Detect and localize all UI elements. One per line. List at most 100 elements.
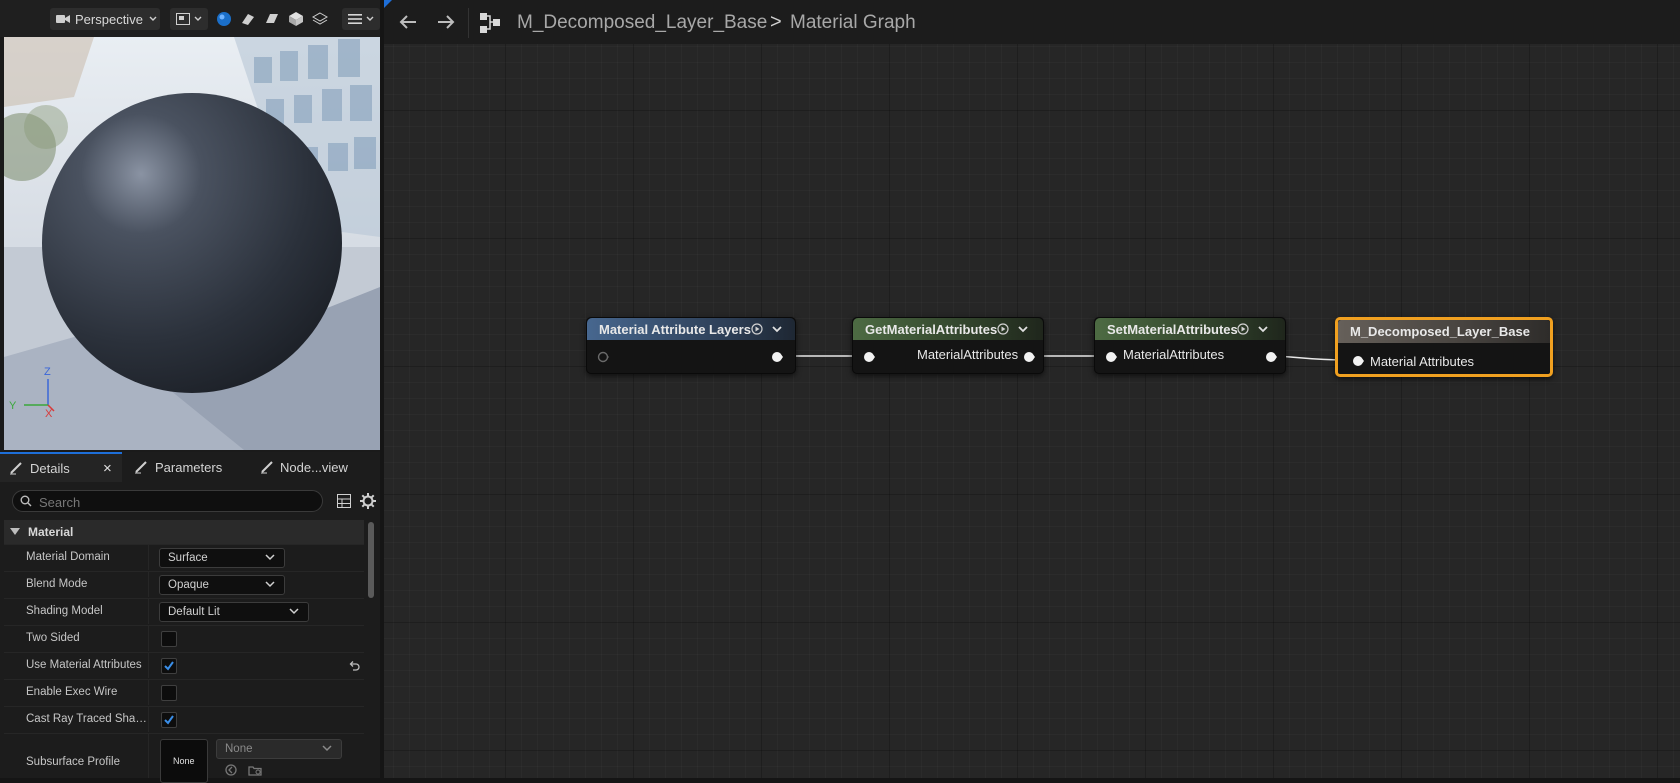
blend-mode-combo[interactable]: Opaque xyxy=(159,575,285,595)
view-mode-dropdown[interactable]: Perspective xyxy=(50,8,160,30)
pin-label: Material Attributes xyxy=(1370,354,1475,369)
play-circle-icon[interactable] xyxy=(997,323,1009,335)
prop-shading-model: Shading Model Default Lit xyxy=(4,598,364,624)
viewport-options-button[interactable] xyxy=(170,8,208,30)
category-material-header[interactable]: Material xyxy=(4,520,364,544)
pencil-icon xyxy=(261,461,273,474)
pencil-icon xyxy=(135,461,147,474)
layers-icon[interactable] xyxy=(312,11,328,27)
tab-details[interactable]: Details × xyxy=(0,452,122,482)
material-attributes-input-pin[interactable] xyxy=(1352,355,1364,367)
output-pin[interactable] xyxy=(1023,351,1035,363)
prop-label: Material Domain xyxy=(26,551,110,563)
subsurface-profile-thumbnail[interactable]: None xyxy=(160,739,208,783)
column-divider xyxy=(148,599,149,624)
tab-details-label: Details xyxy=(30,460,70,476)
material-graph-canvas[interactable]: M_Decomposed_Layer_Base > Material Graph… xyxy=(384,0,1680,778)
use-material-attributes-checkbox[interactable] xyxy=(161,658,177,674)
prop-label: Enable Exec Wire xyxy=(26,686,118,698)
search-input[interactable] xyxy=(37,492,311,512)
viewport-menu-button[interactable] xyxy=(342,8,380,30)
combo-value: Opaque xyxy=(168,579,209,591)
exec-input-pin[interactable] xyxy=(597,351,609,363)
prop-cast-ray-traced-shadows: Cast Ray Traced Shad... xyxy=(4,706,364,732)
shading-model-combo[interactable]: Default Lit xyxy=(159,602,309,622)
enable-exec-wire-checkbox[interactable] xyxy=(161,685,177,701)
material-domain-combo[interactable]: Surface xyxy=(159,548,285,568)
tab-parameters-label: Parameters xyxy=(155,459,223,475)
tab-node-preview[interactable]: Node...view xyxy=(258,452,376,482)
input-pin[interactable] xyxy=(863,351,875,363)
prop-label: Subsurface Profile xyxy=(26,756,120,768)
table-view-icon[interactable] xyxy=(337,494,351,508)
node-set-material-attributes[interactable]: SetMaterialAttributes MaterialAttributes xyxy=(1094,317,1286,374)
cube-icon[interactable] xyxy=(288,11,304,27)
material-preview-viewport[interactable]: Z Y X xyxy=(4,37,380,450)
prop-label: Cast Ray Traced Shad... xyxy=(26,713,148,725)
prop-use-material-attributes: Use Material Attributes xyxy=(4,652,364,678)
tab-parameters[interactable]: Parameters xyxy=(130,452,248,482)
column-divider xyxy=(148,653,149,678)
node-material-attribute-layers[interactable]: Material Attribute Layers xyxy=(586,317,796,374)
column-divider xyxy=(148,545,149,570)
chevron-down-icon xyxy=(10,528,20,535)
lit-sphere-icon[interactable] xyxy=(216,11,232,27)
combo-value: Default Lit xyxy=(168,606,220,618)
chevron-down-icon[interactable] xyxy=(771,323,783,335)
chevron-down-icon xyxy=(265,554,275,561)
unlit-icon[interactable] xyxy=(240,11,256,27)
column-divider xyxy=(148,734,149,778)
viewport-toolbar: Perspective xyxy=(0,0,380,37)
output-pin[interactable] xyxy=(771,351,783,363)
cast-ray-traced-shadows-checkbox[interactable] xyxy=(161,712,177,728)
prop-blend-mode: Blend Mode Opaque xyxy=(4,571,364,597)
pin-label: MaterialAttributes xyxy=(917,347,1019,362)
chevron-down-icon xyxy=(149,16,157,21)
prop-label: Use Material Attributes xyxy=(26,659,142,671)
node-title: Material Attribute Layers xyxy=(599,322,751,337)
node-header: M_Decomposed_Layer_Base xyxy=(1338,320,1550,343)
pencil-icon xyxy=(10,462,22,475)
use-selected-asset-icon[interactable] xyxy=(224,764,238,776)
node-get-material-attributes[interactable]: GetMaterialAttributes MaterialAttributes xyxy=(852,317,1044,374)
chevron-down-icon xyxy=(265,581,275,588)
play-circle-icon[interactable] xyxy=(1237,323,1249,335)
close-icon[interactable]: × xyxy=(103,460,112,477)
pin-label: MaterialAttributes xyxy=(1123,347,1225,362)
node-material-result[interactable]: M_Decomposed_Layer_Base Material Attribu… xyxy=(1335,317,1553,377)
wire-layer xyxy=(782,355,1351,361)
output-pin[interactable] xyxy=(1265,351,1277,363)
gear-icon[interactable] xyxy=(360,493,376,509)
subsurface-profile-combo[interactable]: None xyxy=(216,739,342,759)
input-pin[interactable] xyxy=(1105,351,1117,363)
two-sided-checkbox[interactable] xyxy=(161,631,177,647)
axis-x-label: X xyxy=(45,408,53,420)
play-circle-icon[interactable] xyxy=(751,323,763,335)
node-title: SetMaterialAttributes xyxy=(1107,322,1238,337)
column-divider xyxy=(148,680,149,705)
browse-folder-icon[interactable] xyxy=(248,764,262,776)
checkmark-icon xyxy=(164,661,174,671)
camera-icon xyxy=(56,15,70,23)
details-search[interactable] xyxy=(12,490,323,512)
thumbnail-label: None xyxy=(173,756,195,766)
prop-two-sided: Two Sided xyxy=(4,625,364,651)
left-panel: Perspective Z Y X Details × Parameters N… xyxy=(0,0,380,783)
chevron-down-icon xyxy=(194,16,202,21)
details-scrollbar-thumb[interactable] xyxy=(368,522,374,598)
reset-arrow-icon[interactable] xyxy=(348,660,360,672)
column-divider xyxy=(148,707,149,732)
prop-label: Two Sided xyxy=(26,632,80,644)
wireframe-icon[interactable] xyxy=(264,11,280,27)
search-icon xyxy=(20,495,32,507)
node-header: SetMaterialAttributes xyxy=(1095,318,1285,340)
chevron-down-icon[interactable] xyxy=(1017,323,1029,335)
chevron-down-icon[interactable] xyxy=(1257,323,1269,335)
column-divider xyxy=(148,572,149,597)
view-mode-label: Perspective xyxy=(75,11,143,27)
preview-scene: Z Y X xyxy=(4,37,380,450)
prop-subsurface-profile: Subsurface Profile None None xyxy=(4,733,364,783)
prop-label: Blend Mode xyxy=(26,578,88,590)
node-header: Material Attribute Layers xyxy=(587,318,795,340)
combo-value: None xyxy=(225,743,253,755)
